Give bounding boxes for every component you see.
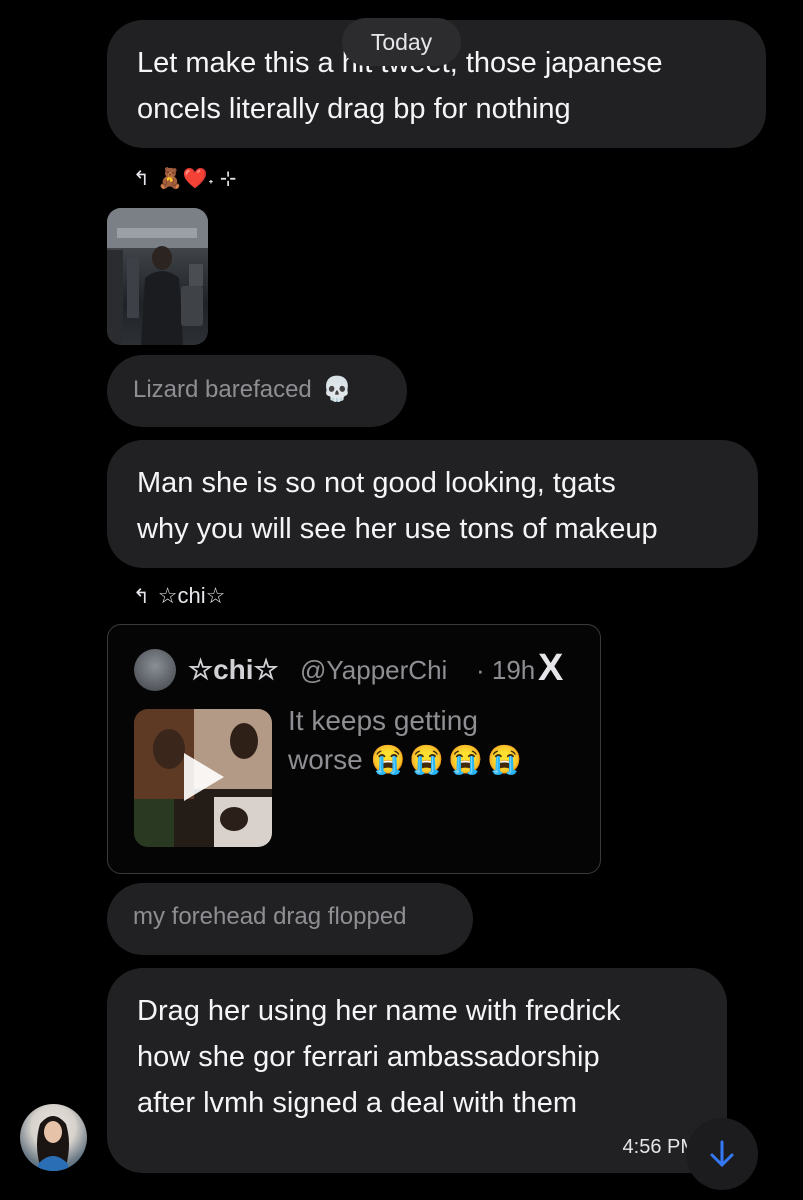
reply-name: ☆chi☆ — [157, 583, 226, 608]
message-text-2: Man she is so not good looking, tgats wh… — [137, 467, 658, 545]
image-thumbnail[interactable] — [107, 208, 208, 345]
message-bubble-2[interactable]: Man she is so not good looking, tgats wh… — [107, 440, 758, 568]
reply-arrow-icon: ↰ — [133, 168, 150, 190]
reply-arrow-icon: ↰ — [133, 585, 150, 608]
tweet-text-line-2: worse — [288, 744, 363, 775]
photo-illustration — [107, 208, 208, 345]
reply-bubble-forehead[interactable]: my forehead drag flopped — [107, 883, 473, 955]
reply-text-lizard: Lizard barefaced — [133, 376, 312, 403]
reply-decoration: 🧸❤️˖ ⊹ — [157, 168, 237, 190]
tweet-embed-card[interactable]: ☆chi☆ @YapperChi · 19h X It keeps gettin… — [107, 624, 601, 874]
tweet-avatar — [134, 649, 176, 691]
date-pill: Today — [342, 18, 461, 66]
message-text-3: Drag her using her name with fredrick ho… — [137, 995, 621, 1119]
avatar[interactable] — [20, 1104, 87, 1171]
tweet-text-line-2-row: worse 😭😭😭😭 — [288, 743, 526, 776]
x-logo-icon: X — [538, 647, 564, 689]
skull-emoji: 💀 — [322, 376, 353, 403]
reply-bubble-lizard[interactable]: Lizard barefaced 💀 — [107, 355, 407, 427]
reply-indicator-2[interactable]: ↰ ☆chi☆ — [133, 583, 225, 609]
scroll-to-bottom-button[interactable] — [686, 1118, 758, 1190]
message-bubble-3[interactable]: Drag her using her name with fredrick ho… — [107, 968, 727, 1173]
avatar-portrait — [37, 1116, 69, 1171]
reply-text-forehead: my forehead drag flopped — [133, 903, 407, 930]
tweet-video-thumbnail[interactable] — [134, 709, 272, 847]
reply-indicator-1[interactable]: ↰ 🧸❤️˖ ⊹ — [133, 166, 237, 191]
play-icon[interactable] — [184, 753, 224, 801]
arrow-down-icon — [710, 1140, 734, 1167]
tweet-handle: @YapperChi — [300, 655, 448, 685]
tweet-age: · 19h — [476, 655, 536, 685]
crying-emoji: 😭😭😭😭 — [370, 744, 526, 775]
tweet-text-line-1: It keeps getting — [288, 705, 478, 736]
tweet-display-name: ☆chi☆ — [188, 654, 279, 685]
